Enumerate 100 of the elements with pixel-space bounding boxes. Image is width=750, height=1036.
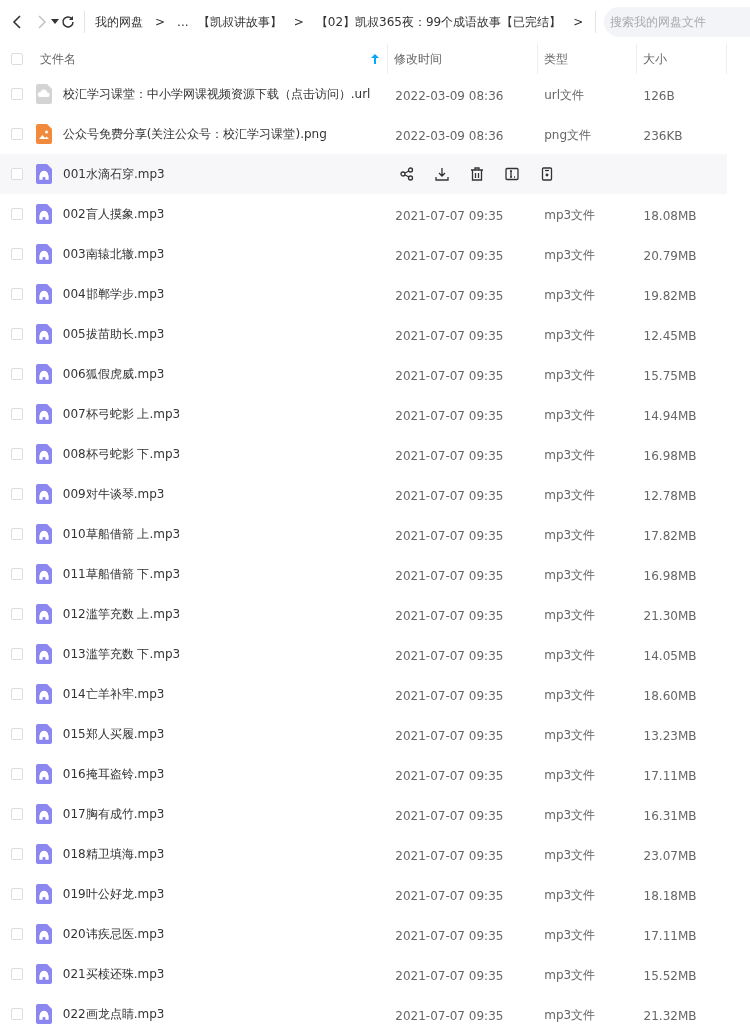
row-checkbox[interactable]	[10, 888, 23, 900]
audio-file-icon	[35, 1004, 52, 1024]
file-type: mp3文件	[544, 368, 596, 382]
file-type: mp3文件	[544, 408, 596, 422]
audio-file-icon	[35, 524, 52, 544]
row-checkbox[interactable]	[10, 128, 23, 140]
row-checkbox[interactable]	[10, 768, 23, 780]
modified-time: 2021-07-07 09:35	[395, 408, 504, 423]
audio-file-icon	[35, 404, 52, 424]
file-name[interactable]: 003南辕北辙.mp3	[62, 245, 165, 263]
row-checkbox[interactable]	[10, 408, 23, 420]
row-checkbox[interactable]	[10, 568, 23, 580]
share-button[interactable]	[398, 165, 416, 183]
file-name[interactable]: 018精卫填海.mp3	[62, 845, 165, 863]
file-type: mp3文件	[544, 528, 596, 542]
modified-time: 2021-07-07 09:35	[395, 808, 504, 823]
modified-time: 2021-07-07 09:35	[395, 888, 504, 903]
file-type: mp3文件	[544, 888, 596, 902]
row-checkbox[interactable]	[10, 288, 23, 300]
file-type: mp3文件	[544, 248, 596, 262]
row-checkbox[interactable]	[10, 848, 23, 860]
modified-time: 2021-07-07 09:35	[395, 448, 504, 463]
modified-time: 2021-07-07 09:35	[395, 928, 504, 943]
file-name[interactable]: 006狐假虎威.mp3	[62, 365, 165, 383]
sort-arrow-icon[interactable]	[371, 54, 380, 64]
audio-file-icon	[35, 364, 52, 384]
row-checkbox[interactable]	[10, 88, 23, 100]
file-name[interactable]: 002盲人摸象.mp3	[62, 205, 165, 223]
modified-time: 2021-07-07 09:35	[395, 568, 504, 583]
file-name[interactable]: 015郑人买履.mp3	[62, 725, 165, 743]
download-button[interactable]	[433, 165, 451, 183]
row-checkbox[interactable]	[10, 968, 23, 980]
file-type: mp3文件	[544, 488, 596, 502]
rename-button[interactable]	[503, 165, 521, 183]
row-checkbox[interactable]	[11, 168, 23, 180]
row-checkbox[interactable]	[10, 208, 23, 220]
file-name[interactable]: 007杯弓蛇影 上.mp3	[62, 405, 181, 423]
file-name[interactable]: 公众号免费分享(关注公众号：校汇学习课堂).png	[62, 125, 327, 143]
file-type: url文件	[544, 88, 585, 102]
file-name[interactable]: 020讳疾忌医.mp3	[62, 925, 165, 943]
image-file-icon	[35, 124, 52, 144]
audio-file-icon	[35, 684, 52, 704]
file-name[interactable]: 008杯弓蛇影 下.mp3	[62, 445, 181, 463]
caret-icon[interactable]	[50, 19, 59, 25]
delete-button[interactable]	[468, 165, 486, 183]
file-name[interactable]: 009对牛谈琴.mp3	[62, 485, 165, 503]
file-name[interactable]: 012滥竽充数 上.mp3	[62, 605, 181, 623]
file-type: png文件	[544, 128, 592, 142]
file-name[interactable]: 021买椟还珠.mp3	[62, 965, 165, 983]
row-checkbox[interactable]	[10, 328, 23, 340]
row-checkbox[interactable]	[10, 448, 23, 460]
column-header[interactable]: 大小	[643, 50, 668, 68]
refresh-icon[interactable]	[60, 15, 75, 29]
file-type: mp3文件	[544, 768, 596, 782]
row-checkbox[interactable]	[10, 728, 23, 740]
column-header[interactable]: 文件名	[39, 50, 76, 68]
row-checkbox[interactable]	[10, 688, 23, 700]
file-name[interactable]: 014亡羊补牢.mp3	[62, 685, 165, 703]
breadcrumb-link[interactable]: 我的网盘	[95, 13, 144, 31]
row-checkbox[interactable]	[10, 648, 23, 660]
file-size: 16.98MB	[643, 568, 697, 583]
file-name[interactable]: 001水滴石穿.mp3	[63, 165, 165, 183]
file-size: 16.98MB	[643, 448, 697, 463]
file-name[interactable]: 019叶公好龙.mp3	[62, 885, 165, 903]
row-checkbox[interactable]	[10, 1008, 23, 1020]
audio-file-icon	[35, 444, 52, 464]
back-icon[interactable]	[11, 15, 22, 29]
file-type: mp3文件	[544, 728, 596, 742]
row-checkbox[interactable]	[10, 368, 23, 380]
column-header[interactable]: 类型	[543, 50, 568, 68]
file-name[interactable]: 004邯郸学步.mp3	[62, 285, 165, 303]
file-type: mp3文件	[544, 968, 596, 982]
search-field[interactable]: 搜索我的网盘文件	[604, 7, 750, 37]
breadcrumb-link[interactable]: ...	[177, 15, 189, 29]
row-checkbox[interactable]	[10, 808, 23, 820]
file-name[interactable]: 011草船借箭 下.mp3	[62, 565, 181, 583]
audio-file-icon	[35, 324, 52, 344]
file-size: 14.94MB	[643, 408, 697, 423]
file-name[interactable]: 005拔苗助长.mp3	[62, 325, 165, 343]
file-name[interactable]: 013滥竽充数 下.mp3	[62, 645, 181, 663]
modified-time: 2021-07-07 09:35	[395, 288, 504, 303]
row-checkbox[interactable]	[10, 488, 23, 500]
file-name[interactable]: 010草船借箭 上.mp3	[62, 525, 181, 543]
row-checkbox[interactable]	[10, 528, 23, 540]
audio-file-icon	[35, 204, 52, 224]
file-name[interactable]: 017胸有成竹.mp3	[62, 805, 165, 823]
file-name[interactable]: 022画龙点睛.mp3	[62, 1005, 165, 1023]
breadcrumb-link[interactable]: 【凯叔讲故事】	[197, 13, 282, 31]
row-checkbox[interactable]	[10, 608, 23, 620]
select-all-checkbox[interactable]	[10, 53, 23, 65]
file-name[interactable]: 校汇学习课堂：中小学网课视频资源下载（点击访问）.url	[62, 85, 371, 103]
row-checkbox[interactable]	[10, 928, 23, 940]
audio-file-icon	[35, 764, 52, 784]
breadcrumb-link[interactable]: 【02】凯叔365夜：99个成语故事【已完结】	[315, 13, 562, 31]
column-header[interactable]: 修改时间	[394, 50, 443, 68]
file-name[interactable]: 016掩耳盗铃.mp3	[62, 765, 165, 783]
row-checkbox[interactable]	[10, 248, 23, 260]
file-size: 18.08MB	[643, 208, 697, 223]
link-file-icon	[35, 84, 52, 104]
file-type: mp3文件	[544, 208, 596, 222]
